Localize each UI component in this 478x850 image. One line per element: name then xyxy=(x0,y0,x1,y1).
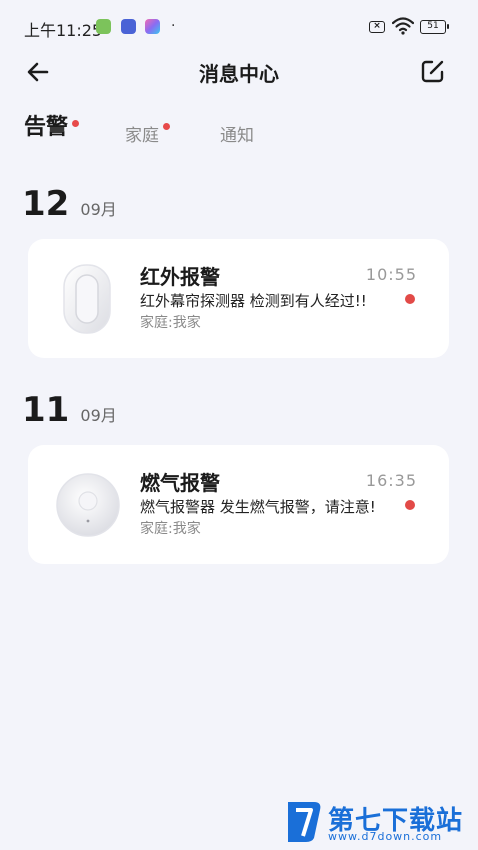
unread-dot xyxy=(405,500,415,510)
date-day: 11 xyxy=(22,390,70,430)
status-bar: 上午11:25 · × 51 xyxy=(0,0,478,56)
alarm-title: 红外报警 xyxy=(140,265,220,289)
alarm-message: 红外幕帘探测器 检测到有人经过!! xyxy=(140,292,367,310)
date-month: 09月 xyxy=(80,200,117,219)
unread-dot xyxy=(405,294,415,304)
no-sim-icon: × xyxy=(369,21,385,33)
alarm-card[interactable]: 红外报警 10:55 红外幕帘探测器 检测到有人经过!! 家庭:我家 xyxy=(28,239,449,358)
date-header: 11 09月 xyxy=(22,390,117,430)
infrared-sensor-icon xyxy=(63,264,111,334)
page-title: 消息中心 xyxy=(199,62,279,86)
download-app-icon xyxy=(96,19,111,34)
alarm-family: 家庭:我家 xyxy=(140,521,201,537)
gallery-app-icon xyxy=(145,19,160,34)
site-watermark: 第七下载站 www.d7down.com xyxy=(284,798,470,846)
alarm-time: 16:35 xyxy=(365,471,417,490)
ai-app-icon xyxy=(121,19,136,34)
tab-alarm[interactable]: 告警 xyxy=(24,109,68,141)
alarm-card[interactable]: 燃气报警 16:35 燃气报警器 发生燃气报警，请注意! 家庭:我家 xyxy=(28,445,449,564)
date-month: 09月 xyxy=(80,406,117,425)
alarm-family: 家庭:我家 xyxy=(140,315,201,331)
wifi-icon xyxy=(392,17,414,35)
alarm-title: 燃气报警 xyxy=(140,471,220,495)
edit-icon[interactable] xyxy=(418,56,448,86)
date-header: 12 09月 xyxy=(22,184,117,224)
app-header: 消息中心 xyxy=(0,50,478,94)
status-dot: · xyxy=(171,18,176,34)
alarm-time: 10:55 xyxy=(365,265,417,284)
tab-alarm-unread-dot xyxy=(72,120,79,127)
status-time: 上午11:25 xyxy=(24,21,103,40)
watermark-url: www.d7down.com xyxy=(328,830,443,843)
watermark-logo-icon xyxy=(288,802,321,842)
gas-detector-icon xyxy=(56,473,120,537)
tab-notice[interactable]: 通知 xyxy=(220,121,254,146)
tab-family-unread-dot xyxy=(163,123,170,130)
message-tabs: 告警 家庭 通知 xyxy=(0,112,478,152)
date-day: 12 xyxy=(22,184,70,224)
battery-icon: 51 xyxy=(420,20,449,34)
alarm-message: 燃气报警器 发生燃气报警，请注意! xyxy=(140,498,376,516)
tab-family[interactable]: 家庭 xyxy=(125,121,159,146)
